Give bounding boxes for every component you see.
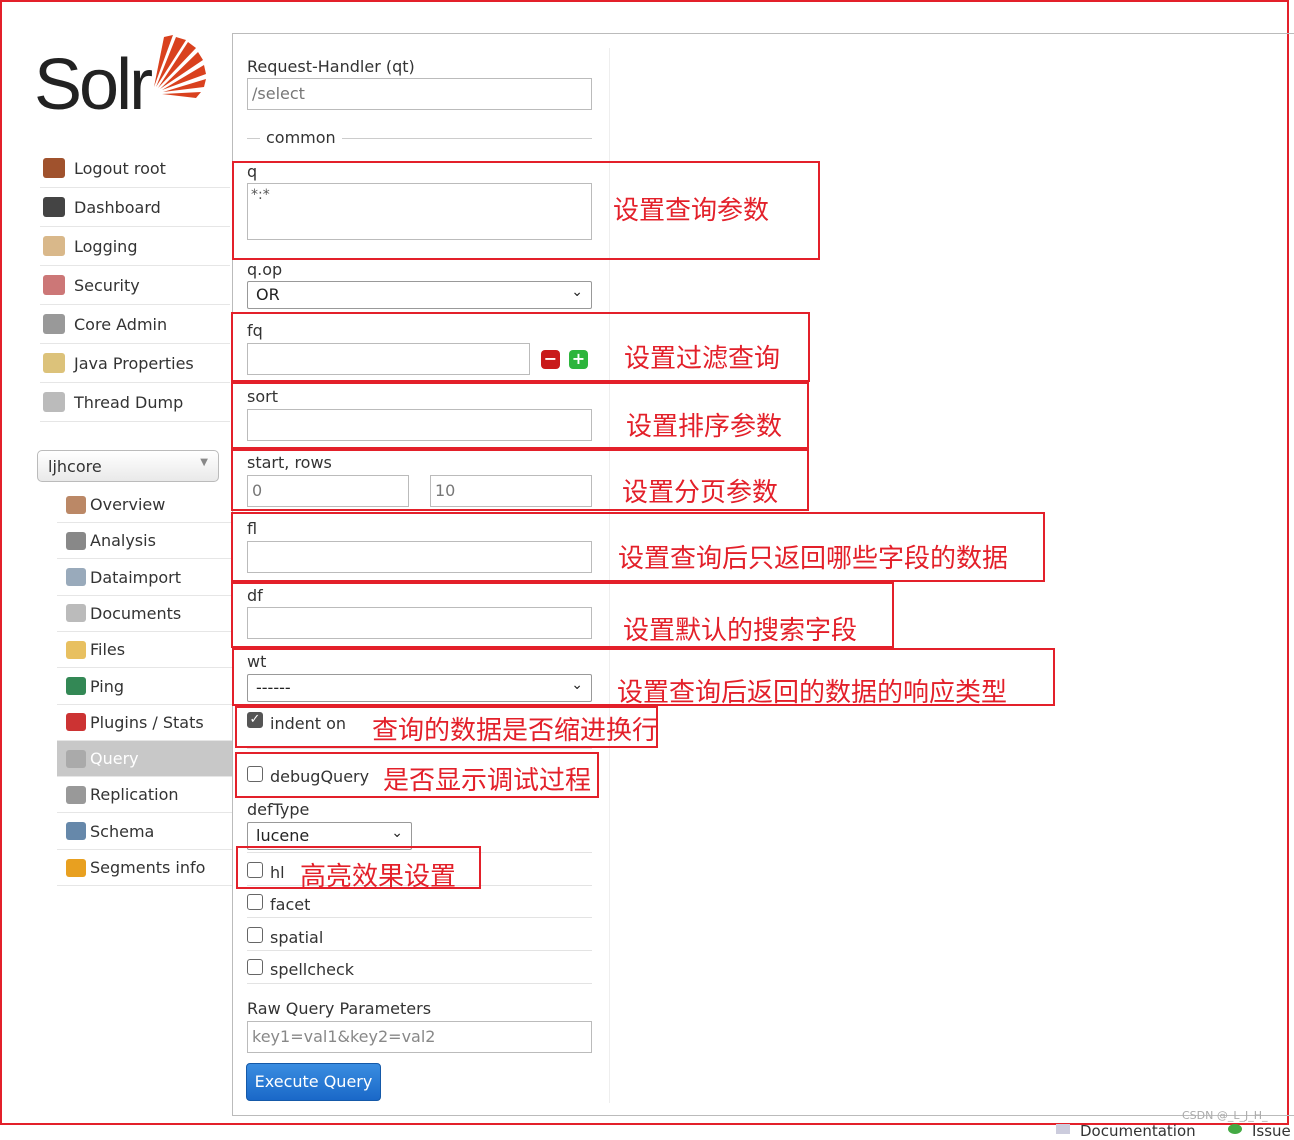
spatial-checkbox[interactable] <box>247 927 263 943</box>
qop-label: q.op <box>247 260 283 279</box>
sidebar-item-thread-dump[interactable]: Thread Dump <box>40 383 230 422</box>
sidebar-item-label: Dashboard <box>74 197 161 217</box>
core-nav-label: Documents <box>90 603 182 623</box>
divider <box>247 983 592 984</box>
qop-select[interactable]: OR ⌄ <box>247 281 592 309</box>
sidebar-item-label: Java Properties <box>74 353 194 373</box>
chevron-down-icon: ⌄ <box>391 825 403 841</box>
core-nav-label: Files <box>90 640 126 660</box>
core-selector-value: ljhcore <box>48 457 102 476</box>
folder-icon <box>66 640 86 659</box>
funnel-icon <box>66 531 86 550</box>
blocks-icon <box>66 713 86 732</box>
logo-wordmark: Solr <box>34 45 153 125</box>
core-nav-label: Plugins / Stats <box>90 712 204 732</box>
issues-link[interactable]: Issue <box>1252 1122 1291 1140</box>
core-nav-dataimport[interactable]: Dataimport <box>57 560 232 596</box>
door-icon <box>43 158 65 178</box>
core-nav-plugins-stats[interactable]: Plugins / Stats <box>57 705 232 741</box>
jar-icon <box>43 353 65 373</box>
core-selector[interactable]: ljhcore ▼ <box>37 450 219 482</box>
core-nav-documents[interactable]: Documents <box>57 596 232 632</box>
core-nav-segments-info[interactable]: Segments info <box>57 850 232 886</box>
sidebar-item-core-admin[interactable]: Core Admin <box>40 305 230 344</box>
core-nav-label: Replication <box>90 785 179 805</box>
documents-icon <box>66 604 86 623</box>
sidebar-item-label: Core Admin <box>74 314 168 334</box>
annotation-hl: 高亮效果设置 <box>300 862 457 892</box>
replication-icon <box>66 785 86 804</box>
core-nav-schema[interactable]: Schema <box>57 814 232 850</box>
execute-query-button[interactable]: Execute Query <box>246 1063 381 1101</box>
server-icon <box>43 314 65 334</box>
annotation-fq: 设置过滤查询 <box>624 344 781 374</box>
monitor-icon <box>66 677 86 695</box>
core-nav-label: Query <box>90 749 139 769</box>
watermark: CSDN @_L_J_H_ <box>1182 1109 1268 1122</box>
core-nav-label: Schema <box>90 821 155 841</box>
core-nav-label: Dataimport <box>90 567 182 587</box>
stack-icon <box>43 392 65 412</box>
sidebar-item-dashboard[interactable]: Dashboard <box>40 188 230 227</box>
raw-params-input[interactable]: key1=val1&key2=val2 <box>247 1021 592 1053</box>
qt-input[interactable]: /select <box>247 78 592 110</box>
magnifier-icon <box>66 749 86 768</box>
qt-label: Request-Handler (qt) <box>247 57 415 76</box>
bug-icon <box>1228 1124 1242 1134</box>
import-icon <box>66 568 86 587</box>
sidebar-item-java-properties[interactable]: Java Properties <box>40 344 230 383</box>
facet-label: facet <box>270 895 311 914</box>
annotation-q: 设置查询参数 <box>613 196 770 226</box>
divider <box>247 748 592 749</box>
common-legend: common <box>260 128 342 147</box>
inbox-icon <box>43 236 65 256</box>
annotation-df: 设置默认的搜索字段 <box>623 616 858 646</box>
core-nav-ping[interactable]: Ping <box>57 669 232 705</box>
core-nav-label: Analysis <box>90 531 156 551</box>
deftype-value: lucene <box>256 826 310 845</box>
annotation-fl: 设置查询后只返回哪些字段的数据 <box>618 544 1009 574</box>
qop-value: OR <box>256 285 280 304</box>
sidebar-item-label: Thread Dump <box>74 392 184 412</box>
documentation-link[interactable]: Documentation <box>1080 1122 1196 1140</box>
documentation-icon <box>1056 1124 1070 1134</box>
raw-params-label: Raw Query Parameters <box>247 999 432 1018</box>
core-nav-label: Segments info <box>90 858 206 877</box>
annotation-sort: 设置排序参数 <box>626 412 783 442</box>
sidebar-item-label: Logout root <box>74 158 166 178</box>
annotation-debug: 是否显示调试过程 <box>383 766 592 796</box>
gauge-icon <box>43 197 65 217</box>
core-nav-query[interactable]: Query <box>57 741 232 778</box>
barrier-icon <box>66 858 86 877</box>
divider <box>247 950 592 951</box>
dropdown-arrow-icon: ▼ <box>200 457 208 468</box>
annotation-indent: 查询的数据是否缩进换行 <box>372 716 659 746</box>
spatial-label: spatial <box>270 928 324 947</box>
spellcheck-label: spellcheck <box>270 960 355 979</box>
core-nav-overview[interactable]: Overview <box>57 487 232 523</box>
annotation-paging: 设置分页参数 <box>622 478 779 508</box>
core-nav-analysis[interactable]: Analysis <box>57 523 232 560</box>
book-icon <box>66 822 86 841</box>
sidebar-item-label: Security <box>74 275 140 295</box>
spellcheck-checkbox[interactable] <box>247 959 263 975</box>
users-icon <box>43 275 65 295</box>
deftype-label: defType <box>247 800 310 819</box>
chevron-down-icon: ⌄ <box>571 284 583 300</box>
sidebar-item-security[interactable]: Security <box>40 266 230 305</box>
facet-checkbox[interactable] <box>247 894 263 910</box>
sidebar-item-logout-root[interactable]: Logout root <box>40 149 230 188</box>
sidebar-item-logging[interactable]: Logging <box>40 227 230 266</box>
core-nav-replication[interactable]: Replication <box>57 777 232 814</box>
annotation-wt: 设置查询后返回的数据的响应类型 <box>617 678 1008 708</box>
core-nav-label: Ping <box>90 676 125 696</box>
core-nav-label: Overview <box>90 495 166 514</box>
divider <box>247 917 592 918</box>
core-nav-files[interactable]: Files <box>57 632 232 669</box>
sidebar-item-label: Logging <box>74 236 138 256</box>
house-icon <box>66 495 86 514</box>
